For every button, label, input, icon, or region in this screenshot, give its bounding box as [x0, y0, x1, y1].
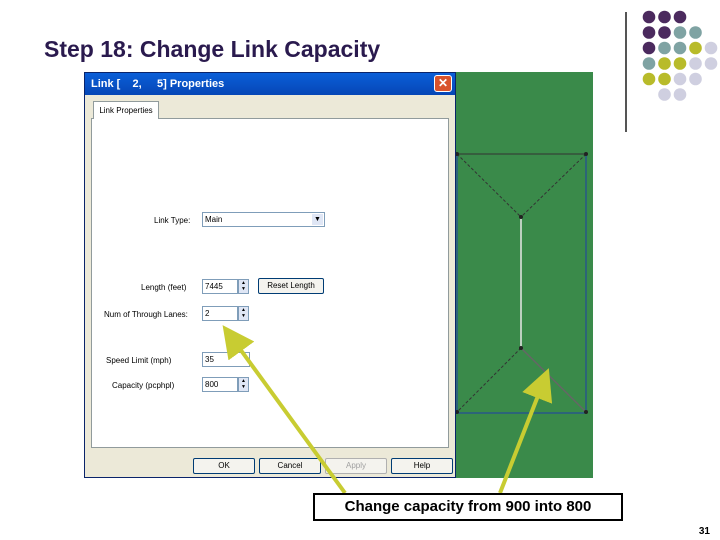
- decorative-dot: [689, 72, 702, 86]
- network-node[interactable]: [519, 346, 523, 350]
- speed-limit-input[interactable]: 35: [202, 352, 250, 367]
- decorative-divider: [625, 12, 627, 132]
- decorative-dot: [689, 26, 702, 39]
- length-input[interactable]: 7445: [202, 279, 238, 294]
- decorative-dot: [642, 10, 656, 24]
- decorative-dot: [658, 10, 671, 24]
- capacity-input[interactable]: 800: [202, 377, 238, 392]
- capacity-label: Capacity (pcphpl): [112, 381, 175, 390]
- network-map-canvas[interactable]: [456, 72, 593, 478]
- capacity-stepper[interactable]: ▲ ▼: [238, 377, 249, 392]
- link-type-label: Link Type:: [154, 216, 191, 225]
- close-button[interactable]: ✕: [434, 75, 452, 92]
- chevron-down-icon[interactable]: ▼: [312, 214, 323, 225]
- decorative-dot: [689, 41, 702, 55]
- slide-title: Step 18: Change Link Capacity: [44, 36, 381, 62]
- length-stepper[interactable]: ▲ ▼: [238, 279, 249, 294]
- decorative-dot: [673, 26, 687, 39]
- speed-limit-label: Speed Limit (mph): [106, 356, 172, 365]
- network-diagram: [456, 152, 588, 414]
- tab-panel: Link Type: Main ▼ Length (feet) 7445 ▲ ▼ …: [91, 118, 449, 448]
- ok-button[interactable]: OK: [193, 458, 255, 474]
- length-label: Length (feet): [141, 283, 187, 292]
- callout-box: Change capacity from 900 into 800: [313, 493, 623, 521]
- dialog-titlebar[interactable]: Link [ 2, 5] Properties ✕: [85, 73, 455, 95]
- through-lanes-input[interactable]: 2: [202, 306, 238, 321]
- through-lanes-label: Num of Through Lanes:: [104, 310, 188, 319]
- decorative-dot: [689, 57, 702, 70]
- help-button[interactable]: Help: [391, 458, 453, 474]
- network-node[interactable]: [584, 152, 588, 156]
- decorative-dot: [704, 57, 718, 70]
- decorative-dot: [658, 57, 671, 70]
- through-lanes-stepper[interactable]: ▲ ▼: [238, 306, 249, 321]
- decorative-dot: [642, 41, 656, 55]
- network-link[interactable]: [456, 347, 522, 413]
- decorative-dot: [673, 10, 687, 24]
- decorative-dot: [704, 41, 718, 55]
- link-properties-dialog: Link [ 2, 5] Properties ✕ Link Propertie…: [84, 72, 456, 478]
- network-link[interactable]: [456, 153, 522, 218]
- decorative-dot: [673, 57, 687, 70]
- tab-link-properties[interactable]: Link Properties: [93, 101, 159, 119]
- link-type-select[interactable]: Main ▼: [202, 212, 325, 227]
- decorative-dot: [642, 26, 656, 39]
- decorative-dot: [658, 72, 671, 86]
- page-number: 31: [698, 526, 710, 537]
- decorative-dot: [658, 88, 671, 101]
- decorative-dot: [673, 88, 687, 101]
- network-node[interactable]: [584, 410, 588, 414]
- network-link[interactable]: [520, 153, 587, 218]
- dialog-title: Link [ 2, 5] Properties: [91, 78, 225, 90]
- reset-length-button[interactable]: Reset Length: [258, 278, 324, 294]
- decorative-dot: [642, 57, 656, 70]
- network-node[interactable]: [519, 215, 523, 219]
- decorative-dot: [642, 72, 656, 86]
- apply-button[interactable]: Apply: [325, 458, 387, 474]
- decorative-dot: [658, 26, 671, 39]
- network-link-selected[interactable]: [520, 347, 587, 413]
- cancel-button[interactable]: Cancel: [259, 458, 321, 474]
- close-icon: ✕: [437, 76, 449, 90]
- decorative-dot: [658, 41, 671, 55]
- decorative-dot: [673, 41, 687, 55]
- decorative-dot: [673, 72, 687, 86]
- link-type-value: Main: [205, 215, 223, 224]
